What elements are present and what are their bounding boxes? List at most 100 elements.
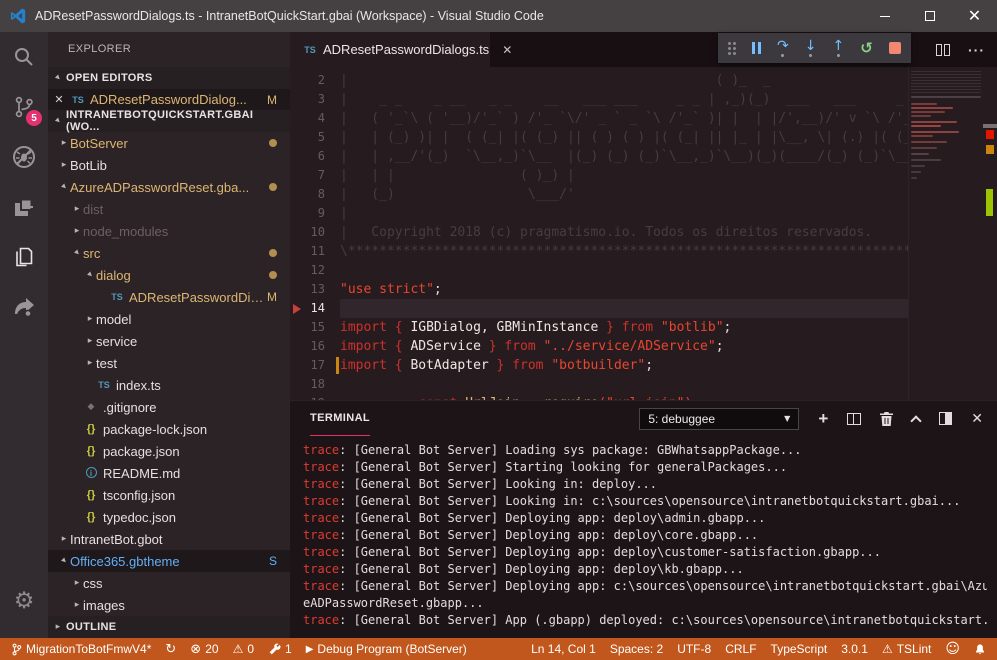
new-terminal-button[interactable]: + xyxy=(818,409,828,429)
tree-item-src[interactable]: ▸src xyxy=(48,242,290,264)
code-line-12[interactable]: 12 xyxy=(290,261,908,280)
code-line-7[interactable]: 7| | | ( )_) | | xyxy=(290,166,908,185)
tree-item--gitignore[interactable]: ◆.gitignore xyxy=(48,396,290,418)
tab-adresetpassworddialogs[interactable]: TS ADResetPasswordDialogs.ts ✕ xyxy=(290,32,490,67)
tree-item-package-json[interactable]: {}package.json xyxy=(48,440,290,462)
git-modified-dot xyxy=(269,246,290,260)
tree-item-service[interactable]: ▸service xyxy=(48,330,290,352)
status-item-20[interactable]: ⊗20 xyxy=(183,638,225,660)
tree-item-css[interactable]: ▸css xyxy=(48,572,290,594)
status-item-1[interactable]: 1 xyxy=(261,638,299,660)
tree-item-office365-gbtheme[interactable]: ▸Office365.gbthemeS xyxy=(48,550,290,572)
explorer-sidebar: EXPLORER ▸ OPEN EDITORS ✕ TS ADResetPass… xyxy=(48,32,290,638)
terminal-selector-dropdown[interactable]: 5: debuggee ▼ xyxy=(639,408,799,430)
tree-item-label: css xyxy=(83,576,103,591)
drag-handle-icon[interactable] xyxy=(728,42,736,55)
split-editor-button[interactable] xyxy=(936,44,950,56)
code-line-4[interactable]: 4| ( '_`\ ( '__)/'_` ) /'_ `\/' _ ` _ `\… xyxy=(290,109,908,128)
close-button[interactable]: ✕ xyxy=(952,0,997,32)
minimap[interactable] xyxy=(908,67,983,400)
move-panel-right-button[interactable] xyxy=(939,412,952,425)
code-line-9[interactable]: 9| | xyxy=(290,204,908,223)
terminal-tab[interactable]: TERMINAL xyxy=(310,401,370,436)
tree-item-readme-md[interactable]: iREADME.md xyxy=(48,462,290,484)
maximize-button[interactable] xyxy=(907,0,952,32)
tree-item-node-modules[interactable]: ▸node_modules xyxy=(48,220,290,242)
workspace-header[interactable]: ▸ INTRANETBOTQUICKSTART.GBAI (WO... xyxy=(48,110,290,132)
terminal-output[interactable]: trace: [General Bot Server] Loading sys … xyxy=(290,436,997,638)
code-line-13[interactable]: 13"use strict"; xyxy=(290,280,908,299)
step-out-button[interactable]: ↑ xyxy=(832,39,844,57)
status-item-migrationtobotfmwv4-[interactable]: MigrationToBotFmwV4* xyxy=(4,638,158,660)
kill-terminal-button[interactable] xyxy=(880,412,893,426)
diamond-file-icon: ◆ xyxy=(83,402,99,412)
close-editor-icon[interactable]: ✕ xyxy=(48,93,70,106)
activitybar-documents[interactable] xyxy=(0,232,48,282)
step-into-button[interactable]: ↓ xyxy=(805,39,817,57)
tree-item-images[interactable]: ▸images xyxy=(48,594,290,616)
tab-close-icon[interactable]: ✕ xyxy=(499,42,515,58)
tree-item-adresetpassworddial-[interactable]: TSADResetPasswordDial...M xyxy=(48,286,290,308)
status-item-typescript[interactable]: TypeScript xyxy=(764,638,835,660)
settings-button[interactable]: ⚙ xyxy=(0,576,48,626)
status-item-spaces-2[interactable]: Spaces: 2 xyxy=(603,638,670,660)
tree-item-index-ts[interactable]: TSindex.ts xyxy=(48,374,290,396)
minimize-button[interactable] xyxy=(862,0,907,32)
activitybar-source-control[interactable]: 5 xyxy=(0,82,48,132)
activitybar-debug[interactable] xyxy=(0,132,48,182)
code-line-10[interactable]: 10| Copyright 2018 (c) pragmatismo.io. T… xyxy=(290,223,908,242)
step-over-button[interactable]: ↷ xyxy=(777,39,789,57)
code-line-2[interactable]: 2| ( )_ _ | xyxy=(290,71,908,90)
code-line-8[interactable]: 8| (_) \___/' | xyxy=(290,185,908,204)
code-line-3[interactable]: 3| _ _ _ __ _ _ __ ___ ___ _ _ | ,_)(_) … xyxy=(290,90,908,109)
tree-item-intranetbot-gbot[interactable]: ▸IntranetBot.gbot xyxy=(48,528,290,550)
status-item-utf-8[interactable]: UTF-8 xyxy=(670,638,718,660)
open-editor-item[interactable]: ✕ TS ADResetPasswordDialog... M xyxy=(48,89,290,110)
status-item-debug-program-botserver-[interactable]: ▶Debug Program (BotServer) xyxy=(299,638,474,660)
tree-item-label: package.json xyxy=(103,444,180,459)
code-line-5[interactable]: 5| | (_) )| | ( (_| |( (_) || ( ) ( ) |(… xyxy=(290,128,908,147)
tree-item-dist[interactable]: ▸dist xyxy=(48,198,290,220)
tree-item-azureadpasswordreset-gba-[interactable]: ▸AzureADPasswordReset.gba... xyxy=(48,176,290,198)
tree-item-test[interactable]: ▸test xyxy=(48,352,290,374)
split-terminal-button[interactable] xyxy=(847,413,861,425)
code-line-19[interactable]: 19 const UrlJoin = require("url-join"); xyxy=(290,394,908,400)
maximize-panel-button[interactable] xyxy=(912,413,920,425)
tree-item-dialog[interactable]: ▸dialog xyxy=(48,264,290,286)
open-editors-header[interactable]: ▸ OPEN EDITORS xyxy=(48,67,290,89)
code-editor[interactable]: 2| ( )_ _ |3| _ _ _ __ _ _ __ ___ ___ _ … xyxy=(290,67,997,400)
status-item-ln-14-col-1[interactable]: Ln 14, Col 1 xyxy=(524,638,603,660)
code-line-6[interactable]: 6| | ,__/'(_) `\__,_)`\__ |(_) (_) (_)`\… xyxy=(290,147,908,166)
stop-button[interactable] xyxy=(889,42,901,54)
outline-header[interactable]: ▸ OUTLINE xyxy=(48,616,290,638)
tree-item-model[interactable]: ▸model xyxy=(48,308,290,330)
status-item-tslint[interactable]: ⚠TSLint xyxy=(875,638,938,660)
code-line-14[interactable]: 14 xyxy=(290,299,908,318)
code-line-18[interactable]: 18 xyxy=(290,375,908,394)
status-item-3-0-1[interactable]: 3.0.1 xyxy=(834,638,875,660)
editor-more-actions-button[interactable]: ··· xyxy=(968,42,985,58)
activitybar-search[interactable] xyxy=(0,32,48,82)
tree-item-typedoc-json[interactable]: {}typedoc.json xyxy=(48,506,290,528)
close-panel-button[interactable]: ✕ xyxy=(971,411,983,427)
tree-item-botlib[interactable]: ▸BotLib xyxy=(48,154,290,176)
status-item-sync[interactable]: ↻ xyxy=(158,638,183,660)
tree-item-tsconfig-json[interactable]: {}tsconfig.json xyxy=(48,484,290,506)
scrollbar-thumb[interactable] xyxy=(983,124,997,128)
code-line-11[interactable]: 11\*************************************… xyxy=(290,242,908,261)
status-item-0[interactable]: ⚠0 xyxy=(226,638,261,660)
tree-item-package-lock-json[interactable]: {}package-lock.json xyxy=(48,418,290,440)
status-item-bell[interactable] xyxy=(967,638,993,660)
pause-button[interactable] xyxy=(752,42,761,54)
code-line-16[interactable]: 16import { ADService } from "../service/… xyxy=(290,337,908,356)
activitybar-extensions[interactable] xyxy=(0,182,48,232)
code-line-15[interactable]: 15import { IGBDialog, GBMinInstance } fr… xyxy=(290,318,908,337)
tree-item-botserver[interactable]: ▸BotServer xyxy=(48,132,290,154)
play-icon: ▶ xyxy=(306,644,314,655)
restart-button[interactable]: ↺ xyxy=(860,41,873,56)
activitybar-share[interactable] xyxy=(0,282,48,332)
status-item-crlf[interactable]: CRLF xyxy=(718,638,763,660)
step-out-icon: ↑ xyxy=(832,39,844,53)
code-line-17[interactable]: 17import { BotAdapter } from "botbuilder… xyxy=(290,356,908,375)
status-item-smiley[interactable]: ☺ xyxy=(938,638,967,660)
